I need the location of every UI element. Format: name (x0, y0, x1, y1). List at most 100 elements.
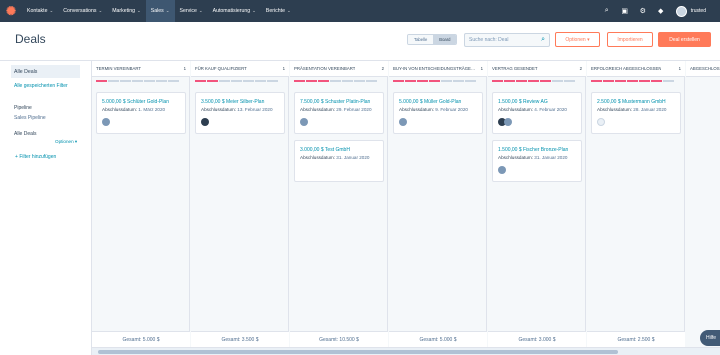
close-date-label: Abschlussdatum: (300, 155, 335, 160)
column-name: FÜR KAUF QUALIFIZIERT (195, 66, 247, 71)
deal-card[interactable]: 5.000,00 $ Schlüter Gold-Plan Abschlussda… (96, 92, 186, 134)
progress-segment (342, 80, 353, 82)
pipeline-column: TERMIN VEREINBART 1 5.000,00 $ Schlüter Go… (92, 61, 190, 347)
column-total: Gesamt: 5.000 $ (92, 331, 190, 347)
deal-close-date: Abschlussdatum: 4. Februar 2020 (498, 107, 567, 112)
pipeline-column: FÜR KAUF QUALIFIZIERT 1 3.500,00 $ Meier S… (191, 61, 289, 347)
deal-title-link[interactable]: 7.500,00 $ Schuster Platin-Plan (300, 99, 370, 105)
deal-owner-filter[interactable]: Alle Deals (14, 131, 37, 137)
saved-filters-link[interactable]: Alle gespeicherten Filter (14, 83, 80, 90)
deal-close-date: Abschlussdatum: 31. Januar 2020 (498, 155, 567, 160)
progress-segment (639, 80, 650, 82)
nav-sales[interactable]: Sales ⌄ (145, 0, 175, 22)
deal-board: TERMIN VEREINBART 1 5.000,00 $ Schlüter Go… (92, 61, 720, 347)
deal-title-link[interactable]: 3.500,00 $ Meier Silber-Plan (201, 99, 264, 105)
deal-card[interactable]: 5.000,00 $ Müller Gold-Plan Abschlussdatu… (393, 92, 483, 134)
column-header[interactable]: VERTRAG GESENDET 2 (488, 61, 586, 77)
pipeline-select[interactable]: Sales Pipeline (14, 115, 46, 121)
progress-segment (255, 80, 266, 82)
table-view-button[interactable]: Tabelle (408, 35, 434, 44)
add-filter-link[interactable]: + Filter hinzufügen (15, 154, 56, 160)
column-total: Gesamt: 5.000 $ (389, 331, 487, 347)
nav-berichte[interactable]: Berichte ⌄ (261, 0, 296, 22)
deal-title-link[interactable]: 5.000,00 $ Schlüter Gold-Plan (102, 99, 169, 105)
options-button[interactable]: Optionen ▾ (555, 32, 600, 47)
progress-segment (615, 80, 626, 82)
deal-card[interactable]: 3.000,00 $ Test GmbH Abschlussdatum: 31. … (294, 140, 384, 182)
user-avatar[interactable] (675, 5, 687, 17)
stage-progress (96, 80, 179, 82)
horizontal-scrollbar[interactable] (92, 347, 720, 355)
progress-segment (108, 80, 119, 82)
stage-progress (393, 80, 476, 82)
progress-segment (591, 80, 602, 82)
nav-kontakte[interactable]: Kontakte ⌄ (22, 0, 58, 22)
create-deal-button[interactable]: Deal erstellen (658, 32, 711, 47)
all-deals-view[interactable]: Alle Deals (11, 65, 80, 78)
deal-card[interactable]: 1.500,00 $ Fischer Bronze-Plan Abschlussd… (492, 140, 582, 182)
column-count: 1 (183, 66, 186, 71)
deal-title-link[interactable]: 3.000,00 $ Test GmbH (300, 147, 350, 153)
nav-label: Kontakte (27, 8, 48, 14)
column-header[interactable]: FÜR KAUF QUALIFIZIERT 1 (191, 61, 289, 77)
progress-segment (267, 80, 278, 82)
sidebar-options-link[interactable]: Optionen ▾ (55, 139, 77, 145)
deal-title-link[interactable]: 1.500,00 $ Fischer Bronze-Plan (498, 147, 568, 153)
deal-card[interactable]: 7.500,00 $ Schuster Platin-Plan Abschluss… (294, 92, 384, 134)
column-header[interactable]: TERMIN VEREINBART 1 (92, 61, 190, 77)
progress-segment (663, 80, 674, 82)
deal-title-link[interactable]: 2.500,00 $ Mustermann GmbH (597, 99, 666, 105)
search-input[interactable]: Suche nach: Deal ⌕ (464, 33, 550, 47)
deal-title-link[interactable]: 5.000,00 $ Müller Gold-Plan (399, 99, 461, 105)
column-name: VERTRAG GESENDET (492, 66, 538, 71)
progress-segment (219, 80, 230, 82)
owner-avatar[interactable] (300, 118, 308, 126)
gear-icon[interactable]: ⚙ (634, 0, 652, 22)
import-button[interactable]: Importieren (607, 32, 653, 47)
deal-title-link[interactable]: 1.500,00 $ Review AG (498, 99, 548, 105)
board-view-button[interactable]: Board (433, 35, 457, 44)
owner-avatar[interactable] (102, 118, 110, 126)
scroll-thumb[interactable] (98, 350, 618, 354)
close-date-label: Abschlussdatum: (201, 107, 236, 112)
nav-conversations[interactable]: Conversations ⌄ (58, 0, 107, 22)
deal-card[interactable]: 1.500,00 $ Review AG Abschlussdatum: 4. F… (492, 92, 582, 134)
bell-icon[interactable]: ◆ (652, 0, 670, 22)
progress-segment (243, 80, 254, 82)
progress-segment (453, 80, 464, 82)
chevron-down-icon: ⌄ (98, 8, 103, 13)
pipeline-column: PRÄSENTATION VEREINBART 2 7.500,00 $ Schus… (290, 61, 388, 347)
nav-label: Conversations (63, 8, 97, 14)
close-date-label: Abschlussdatum: (498, 155, 533, 160)
owner-avatar[interactable] (504, 118, 512, 126)
chevron-down-icon: ⌄ (137, 8, 141, 13)
progress-segment (465, 80, 476, 82)
hubspot-logo-icon[interactable]: ✺ (0, 0, 22, 22)
help-button[interactable]: Hilfe (700, 330, 720, 346)
deal-card[interactable]: 2.500,00 $ Mustermann GmbH Abschlussdatum… (591, 92, 681, 134)
owner-avatar[interactable] (399, 118, 407, 126)
close-date-label: Abschlussdatum: (498, 107, 533, 112)
marketplace-icon[interactable]: ▣ (616, 0, 634, 22)
column-header[interactable]: PRÄSENTATION VEREINBART 2 (290, 61, 388, 77)
column-header[interactable]: ABGESCHLOSSEN (686, 61, 720, 77)
chevron-down-icon: ⌄ (286, 8, 291, 13)
progress-segment (405, 80, 416, 82)
progress-segment (318, 80, 329, 82)
deal-card[interactable]: 3.500,00 $ Meier Silber-Plan Abschlussdat… (195, 92, 285, 134)
progress-segment (627, 80, 638, 82)
owner-avatar[interactable] (597, 118, 605, 126)
progress-segment (306, 80, 317, 82)
nav-service[interactable]: Service ⌄ (175, 0, 208, 22)
nav-marketing[interactable]: Marketing ⌄ (107, 0, 146, 22)
progress-segment (492, 80, 503, 82)
nav-automatisierung[interactable]: Automatisierung ⌄ (208, 0, 261, 22)
owner-avatar[interactable] (201, 118, 209, 126)
column-header[interactable]: BUY-IN VON ENTSCHEIDUNGSTRÄGER ERHALTEN1 (389, 61, 487, 77)
column-header[interactable]: ERFOLGREICH ABGESCHLOSSEN 1 (587, 61, 685, 77)
search-icon[interactable]: ⌕ (598, 0, 616, 22)
column-total: Gesamt: 3.000 $ (488, 331, 586, 347)
owner-avatar[interactable] (498, 166, 506, 174)
user-menu[interactable]: trusted (691, 8, 706, 14)
chevron-down-icon: ⌄ (198, 8, 203, 13)
